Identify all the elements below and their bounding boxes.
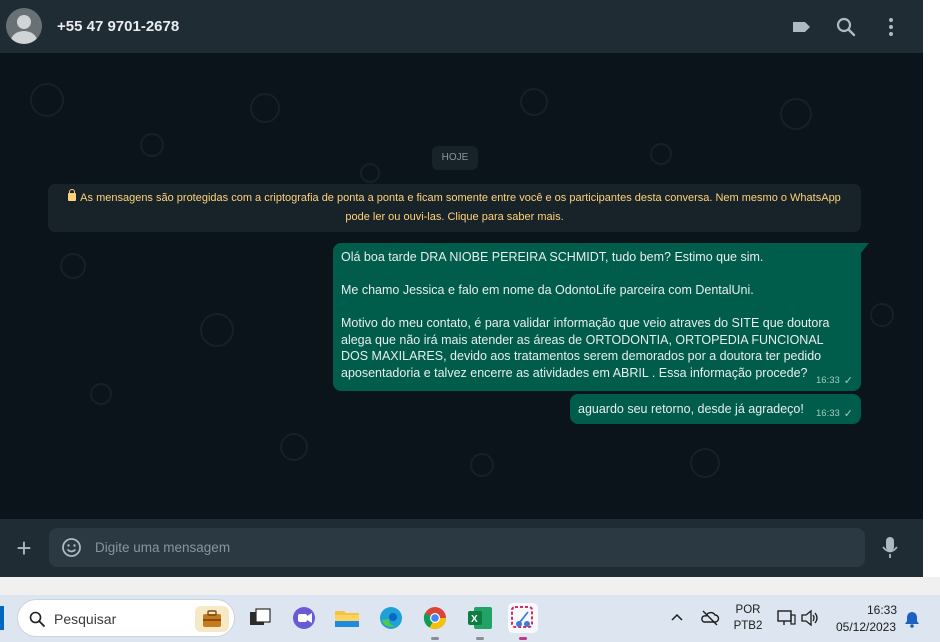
doodle-pattern xyxy=(200,313,234,347)
message-input[interactable] xyxy=(95,528,835,567)
taskbar: Pesquisar X POR PTB2 16:33 05/12/2023 xyxy=(0,595,940,642)
avatar-head xyxy=(17,15,31,29)
excel-icon[interactable]: X xyxy=(465,603,495,633)
attach-plus-icon[interactable]: + xyxy=(12,535,36,561)
contact-name[interactable]: +55 47 9701-2678 xyxy=(57,18,179,35)
running-indicator xyxy=(431,637,439,640)
more-menu-icon[interactable] xyxy=(880,16,902,38)
desktop-gap xyxy=(0,577,940,595)
briefcase-icon xyxy=(195,606,229,632)
svg-text:X: X xyxy=(471,614,478,625)
keyboard-layout[interactable]: PTB2 xyxy=(732,620,764,632)
message-input-box[interactable] xyxy=(49,528,865,567)
whatsapp-window: +55 47 9701-2678 HOJE As mensagens são p… xyxy=(0,0,923,577)
doodle-pattern xyxy=(90,383,112,405)
doodle-pattern xyxy=(30,83,64,117)
doodle-pattern xyxy=(140,133,164,157)
search-icon xyxy=(29,611,45,627)
search-label: Pesquisar xyxy=(54,611,117,627)
network-icon[interactable] xyxy=(776,609,796,627)
running-indicator xyxy=(519,637,527,640)
message-text: Olá boa tarde DRA NIOBE PEREIRA SCHMIDT,… xyxy=(341,250,830,380)
volume-icon[interactable] xyxy=(800,609,820,627)
language-code[interactable]: POR xyxy=(734,604,762,616)
doodle-pattern xyxy=(360,163,380,183)
label-icon[interactable] xyxy=(790,16,812,38)
file-explorer-icon[interactable] xyxy=(332,603,362,633)
message-composer: + xyxy=(0,519,923,577)
chat-header: +55 47 9701-2678 xyxy=(0,0,923,53)
doodle-pattern xyxy=(650,143,672,165)
window-edge xyxy=(923,0,940,595)
avatar-body xyxy=(11,31,37,44)
avatar[interactable] xyxy=(6,8,42,44)
sent-check-icon: ✓ xyxy=(843,374,853,387)
encryption-notice[interactable]: As mensagens são protegidas com a cripto… xyxy=(48,184,861,232)
message-time: 16:33 xyxy=(816,407,840,419)
task-view-icon[interactable] xyxy=(245,603,275,633)
start-edge[interactable] xyxy=(0,606,4,630)
chevron-up-icon[interactable] xyxy=(670,611,684,625)
running-indicator xyxy=(476,637,484,640)
doodle-pattern xyxy=(690,448,720,478)
search-icon[interactable] xyxy=(835,16,857,38)
emoji-icon[interactable] xyxy=(61,537,82,558)
doodle-pattern xyxy=(520,88,548,116)
message-meta: 16:33 ✓ xyxy=(816,373,853,390)
taskbar-search[interactable]: Pesquisar xyxy=(17,599,235,637)
doodle-pattern xyxy=(250,93,280,123)
doodle-pattern xyxy=(60,253,86,279)
snipping-tool-icon[interactable] xyxy=(508,603,538,633)
message-meta: 16:33 ✓ xyxy=(816,406,853,423)
onedrive-offline-icon[interactable] xyxy=(700,608,720,628)
message-text: aguardo seu retorno, desde já agradeço! xyxy=(578,402,804,416)
teams-chat-icon[interactable] xyxy=(289,603,319,633)
chrome-browser-icon[interactable] xyxy=(420,603,450,633)
edge-browser-icon[interactable] xyxy=(376,603,406,633)
doodle-pattern xyxy=(870,303,894,327)
doodle-pattern xyxy=(280,433,308,461)
date-chip: HOJE xyxy=(432,146,478,170)
outgoing-message[interactable]: Olá boa tarde DRA NIOBE PEREIRA SCHMIDT,… xyxy=(333,243,869,391)
notification-bell-icon[interactable] xyxy=(904,610,920,628)
clock-date[interactable]: 05/12/2023 xyxy=(832,620,900,634)
message-time: 16:33 xyxy=(816,374,840,386)
sent-check-icon: ✓ xyxy=(843,407,853,420)
lock-icon xyxy=(68,189,77,201)
outgoing-message[interactable]: aguardo seu retorno, desde já agradeço! … xyxy=(570,394,861,424)
doodle-pattern xyxy=(470,453,494,477)
clock-time[interactable]: 16:33 xyxy=(860,603,904,617)
encryption-notice-text: As mensagens são protegidas com a cripto… xyxy=(80,192,841,223)
doodle-pattern xyxy=(780,98,812,130)
microphone-icon[interactable] xyxy=(880,536,900,560)
